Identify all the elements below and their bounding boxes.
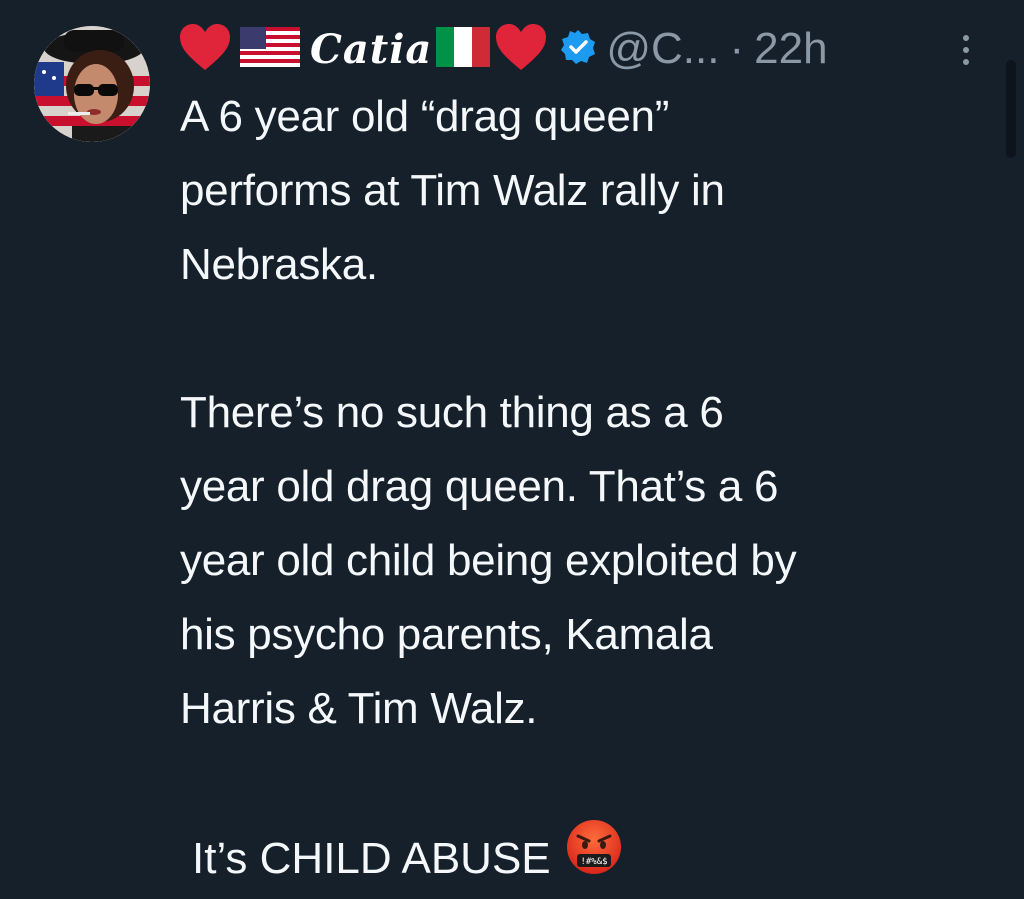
avatar[interactable] <box>34 26 150 142</box>
text-line: performs at Tim Walz rally in <box>180 166 725 215</box>
tweet-paragraph-2: There’s no such thing as a 6 year old dr… <box>180 376 797 746</box>
display-name[interactable]: Catia <box>310 26 432 73</box>
us-flag-icon <box>240 26 300 72</box>
time-separator: · <box>729 24 745 73</box>
text-line: It’s CHILD ABUSE <box>192 833 551 883</box>
face-with-symbols-on-mouth-icon: !#%&$ <box>565 818 623 899</box>
verified-badge-icon[interactable] <box>560 29 596 70</box>
svg-text:!#%&$: !#%&$ <box>580 857 607 867</box>
italy-flag-icon <box>436 26 491 72</box>
more-options-icon[interactable] <box>958 28 974 72</box>
text-line: Nebraska. <box>180 240 378 289</box>
text-line: Harris & Tim Walz. <box>180 684 538 733</box>
text-line: year old child being exploited by <box>180 536 797 585</box>
tweet-card[interactable]: Catia @C... · 22h A 6 year old “drag que… <box>0 0 1024 898</box>
scrollbar[interactable] <box>1006 60 1016 158</box>
text-line: year old drag queen. That’s a 6 <box>180 462 779 511</box>
red-heart-icon <box>494 22 548 77</box>
tweet-paragraph-1: A 6 year old “drag queen” performs at Ti… <box>180 80 725 302</box>
author-handle[interactable]: @C... <box>606 24 719 74</box>
tweet-paragraph-3: It’s CHILD ABUSE !#%&$ <box>192 818 623 899</box>
text-line: his psycho parents, Kamala <box>180 610 713 659</box>
tweet-timestamp[interactable]: 22h <box>754 24 827 74</box>
red-heart-icon <box>178 22 232 77</box>
text-line: There’s no such thing as a 6 <box>180 388 724 437</box>
avatar-photo <box>34 26 150 142</box>
tweet-header: Catia @C... · 22h <box>178 14 828 84</box>
text-line: A 6 year old “drag queen” <box>180 92 670 141</box>
